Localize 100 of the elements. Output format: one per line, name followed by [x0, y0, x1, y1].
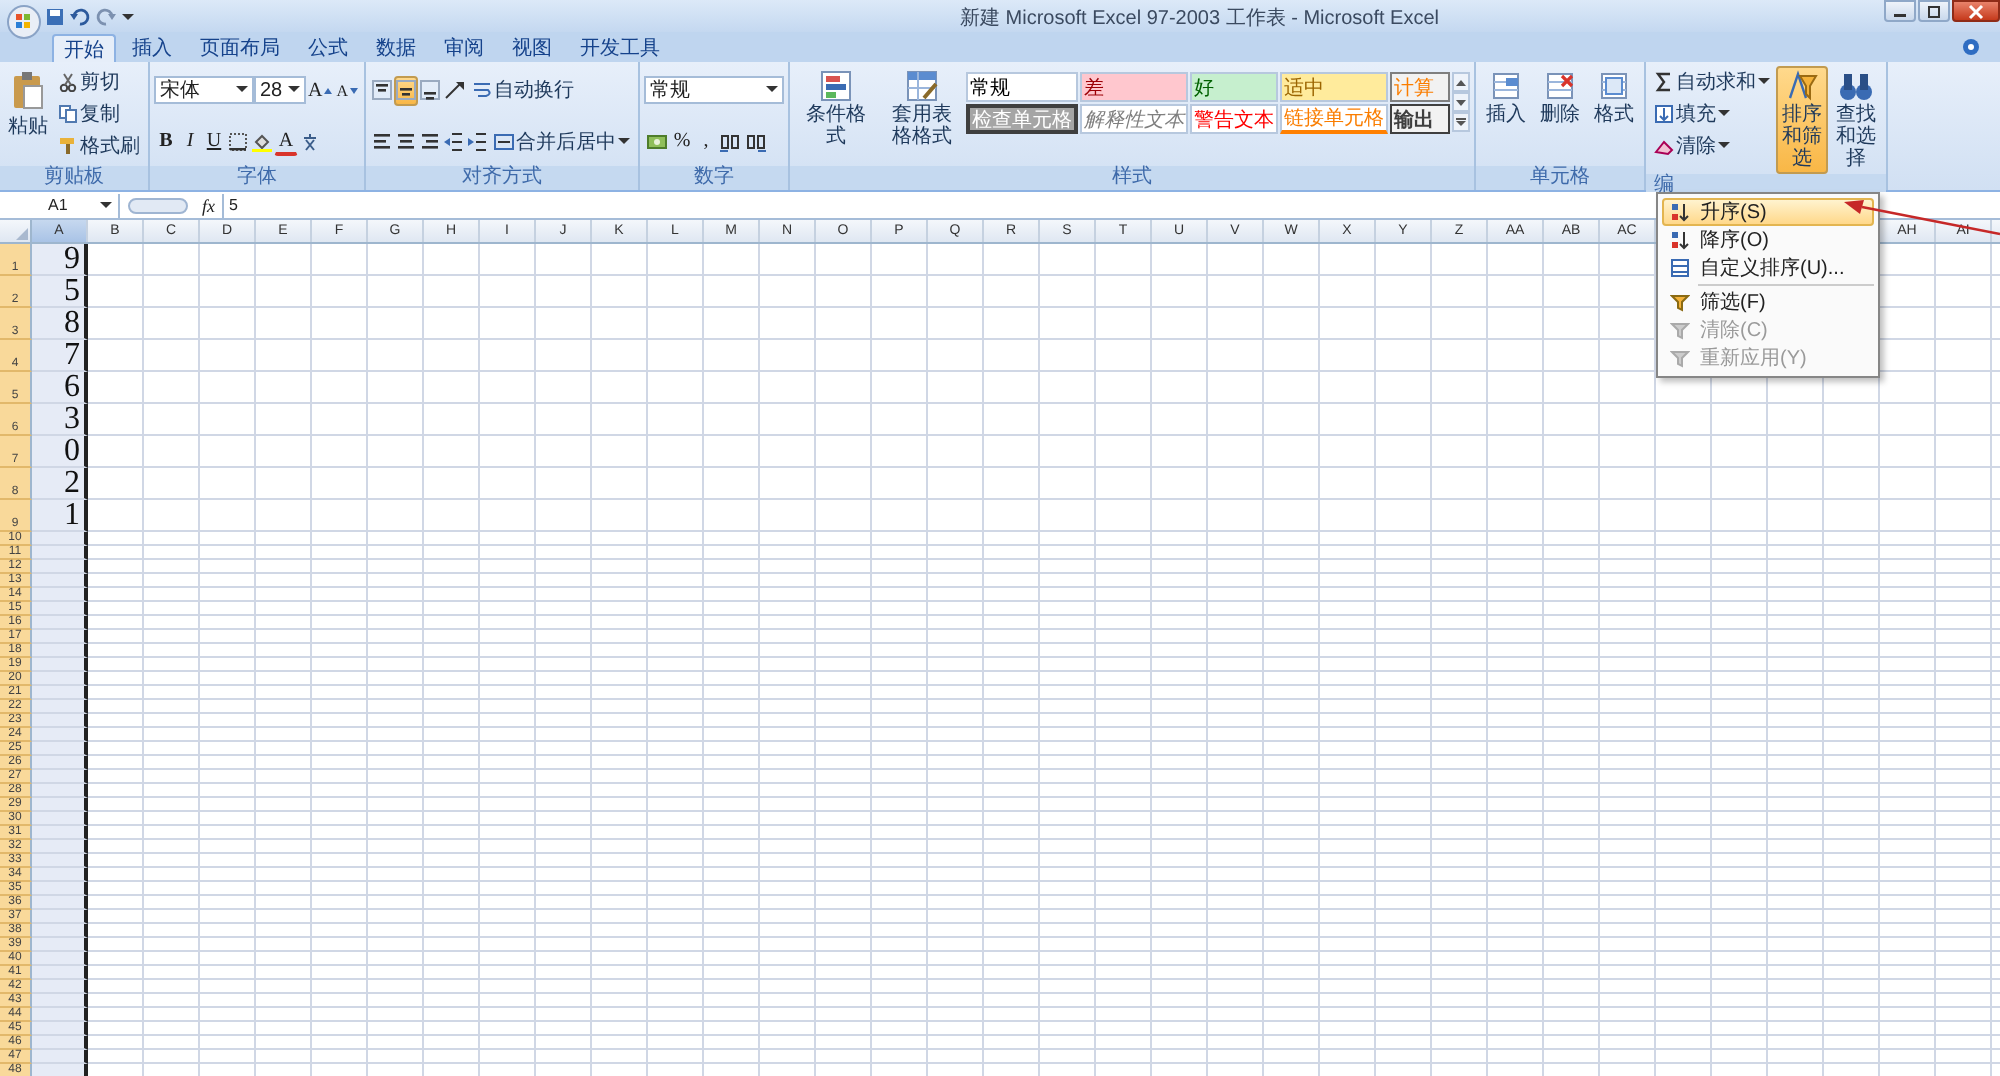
sheet-icon [1544, 70, 1577, 102]
merge-icon [494, 131, 515, 152]
bottom-align-button[interactable] [418, 75, 443, 106]
menu-item[interactable]: 降序(O) [1662, 226, 1874, 254]
format-as-table-button[interactable]: 套用表格格式 [880, 66, 965, 152]
scissors-icon [58, 71, 78, 91]
cell-style-swatch[interactable]: 解释性文本 [1080, 104, 1189, 134]
wrap-icon [472, 80, 493, 101]
align-icon [396, 131, 417, 152]
formula-bar-handle[interactable] [128, 197, 188, 213]
phonetic-icon [300, 131, 320, 152]
font-color-button[interactable]: A [274, 126, 298, 157]
table-cell: 5 [32, 276, 88, 308]
undo-icon[interactable] [70, 7, 90, 25]
formula-input[interactable]: 5 [221, 193, 1629, 217]
grow-font-button[interactable]: A [306, 75, 335, 106]
align-icon [420, 80, 441, 101]
down-arrow-icon [1654, 103, 1675, 123]
ribbon-tab[interactable]: 数据 [364, 34, 428, 62]
ribbon-tab[interactable]: 开始 [52, 34, 116, 62]
caret-icon [766, 86, 779, 94]
cut-button[interactable]: 剪切 [54, 66, 144, 96]
align-icon [372, 80, 393, 101]
decimal-icon [746, 131, 769, 151]
copy-icon [58, 103, 78, 123]
cell-style-swatch[interactable]: 差 [1080, 72, 1189, 102]
group-label: 剪贴板 [0, 166, 148, 190]
help-icon[interactable] [1962, 38, 1980, 56]
cell-style-swatch[interactable]: 输出 [1390, 104, 1451, 134]
table-cell: 2 [32, 468, 88, 500]
more-button[interactable] [1452, 112, 1471, 132]
banknote-icon [646, 131, 669, 151]
cell-style-swatch[interactable]: 警告文本 [1190, 104, 1279, 134]
sheet-icon [1598, 70, 1631, 102]
font-size-dropdown[interactable]: 28 [254, 76, 306, 105]
bold-button[interactable]: B [154, 126, 178, 157]
sort-filter-icon [1786, 70, 1819, 102]
scroll-down-button[interactable] [1452, 92, 1471, 112]
minimize-button[interactable] [1884, 0, 1916, 22]
table-cell: 9 [32, 244, 88, 276]
ribbon-tab[interactable]: 插入 [120, 34, 184, 62]
save-icon[interactable] [46, 7, 64, 25]
conditional-formatting-button[interactable]: 条件格式 [794, 66, 879, 152]
ribbon-tab[interactable]: 页面布局 [188, 34, 292, 62]
fill-button[interactable]: 填充 [1650, 98, 1775, 128]
sort-filter-button[interactable]: 排序和筛选 [1776, 66, 1829, 174]
cell-style-swatch[interactable]: 好 [1190, 72, 1279, 102]
close-icon [1968, 3, 1984, 19]
italic-button[interactable]: I [178, 126, 202, 157]
format-cells-button[interactable]: 格式 [1588, 66, 1641, 130]
number-format-dropdown[interactable]: 常规 [644, 76, 785, 104]
clear-button[interactable]: 清除 [1650, 130, 1775, 160]
ribbon-tab[interactable]: 审阅 [432, 34, 496, 62]
merge-center-button[interactable]: 合并后居中 [490, 126, 635, 157]
sort-icon [1670, 230, 1690, 250]
brush-icon [58, 135, 78, 155]
format-painter-button[interactable]: 格式刷 [54, 130, 144, 160]
sort-icon [1670, 202, 1690, 222]
outdent-icon [444, 131, 465, 152]
insert-function-button[interactable]: fx [196, 195, 221, 215]
wrap-text-button[interactable]: 自动换行 [468, 75, 579, 106]
bar-chart-icon [820, 70, 853, 102]
comma-style-button[interactable]: , [694, 126, 719, 156]
delete-cells-button[interactable]: 删除 [1534, 66, 1587, 130]
paste-button[interactable]: 粘贴 [4, 66, 52, 144]
align-icon [396, 80, 417, 101]
copy-button[interactable]: 复制 [54, 98, 144, 128]
name-box[interactable]: A1 [0, 193, 120, 217]
ribbon-tab[interactable]: 公式 [296, 34, 360, 62]
insert-cells-button[interactable]: 插入 [1480, 66, 1533, 130]
cell-style-swatch[interactable]: 适中 [1280, 72, 1389, 102]
diagonal-arrow-icon [444, 80, 467, 101]
list-icon [1670, 258, 1690, 278]
menu-item[interactable]: 自定义排序(U)... [1662, 254, 1874, 282]
top-align-button[interactable] [370, 75, 395, 106]
caret-icon [1718, 109, 1731, 117]
restore-icon [1926, 4, 1942, 18]
scroll-up-button[interactable] [1452, 72, 1471, 92]
border-icon [228, 131, 248, 152]
find-select-button[interactable]: 查找和选择 [1830, 66, 1883, 174]
autosum-button[interactable]: 自动求和 [1650, 66, 1775, 96]
ribbon-tab[interactable]: 视图 [500, 34, 564, 62]
sheet-icon [1490, 70, 1523, 102]
caret-icon[interactable] [122, 10, 134, 22]
ribbon-tab[interactable]: 开发工具 [568, 34, 672, 62]
indent-icon [468, 131, 489, 152]
menu-item[interactable]: 筛选(F) [1662, 288, 1874, 316]
down-triangle-icon [1456, 99, 1467, 105]
close-button[interactable] [1952, 0, 2000, 22]
font-family-dropdown[interactable]: 宋体 [154, 76, 254, 105]
shrink-font-button[interactable]: A [334, 75, 361, 106]
cell-style-swatch[interactable]: 常规 [966, 72, 1079, 102]
restore-button[interactable] [1918, 0, 1950, 22]
caret-icon [100, 201, 112, 209]
table-cell: 3 [32, 404, 88, 436]
group-label: 单元格 [1476, 166, 1645, 190]
menu-item[interactable]: 升序(S) [1662, 198, 1874, 226]
underline-button[interactable]: U [202, 126, 226, 157]
percent-button[interactable]: % [670, 126, 695, 156]
middle-align-button[interactable] [394, 75, 419, 106]
